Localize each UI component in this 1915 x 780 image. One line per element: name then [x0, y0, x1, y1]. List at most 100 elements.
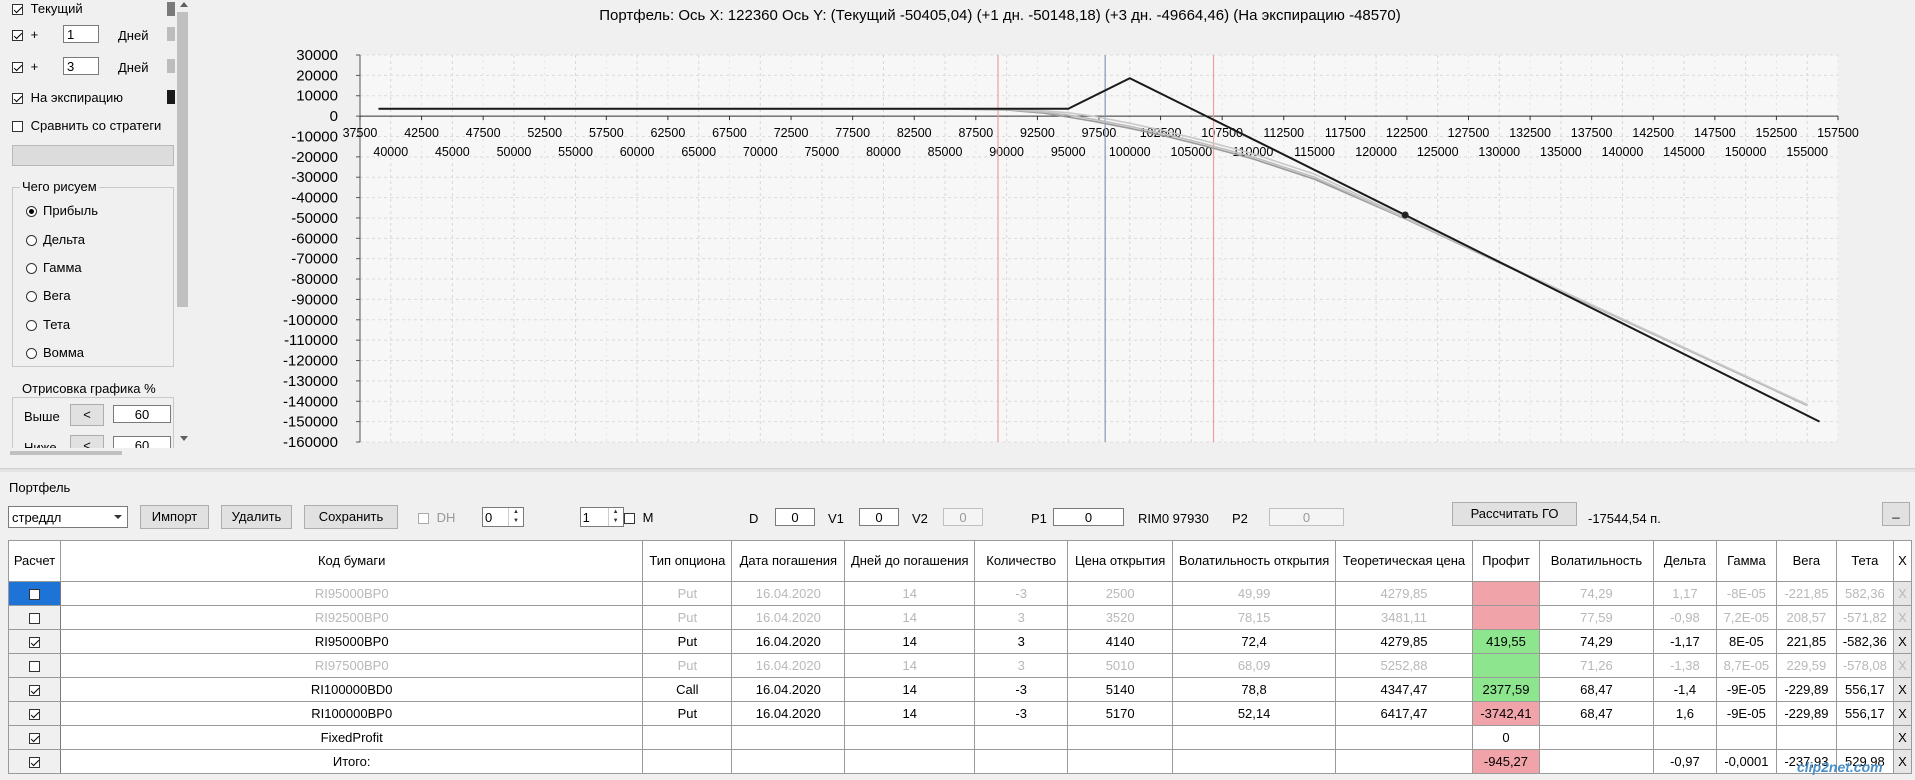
cell-vega: 208,57	[1775, 605, 1837, 630]
d-input[interactable]: 0	[775, 508, 815, 526]
row-calc-checkbox[interactable]	[28, 637, 40, 649]
col-header[interactable]: Расчет	[8, 540, 61, 582]
table-row[interactable]: RI95000BP0 Put 16.04.2020 14 3 4140 72,4 4279,8…	[8, 629, 1912, 654]
table-row[interactable]: RI97500BP0 Put 16.04.2020 14 3 5010 68,09 5252,…	[8, 653, 1912, 678]
dh-checkbox[interactable]	[418, 513, 429, 525]
y-tick-label: -100000	[283, 312, 338, 329]
x-tick-label-bottom: 70000	[743, 145, 778, 159]
import-button[interactable]: Импорт	[140, 505, 209, 529]
row-delete-button[interactable]: X	[1892, 725, 1912, 750]
col-header[interactable]: Волатильность	[1538, 540, 1654, 582]
row-calc-checkbox[interactable]	[28, 589, 40, 601]
delete-button[interactable]: Удалить	[221, 505, 292, 529]
cell-vol: 77,59	[1538, 605, 1654, 630]
spin-arrows-icon[interactable]: ▲ ▼	[607, 508, 623, 526]
x-tick-label-bottom: 40000	[373, 145, 408, 159]
cell-days: 14	[844, 629, 976, 654]
row-calc-cell[interactable]	[8, 605, 61, 630]
m-checkbox-row[interactable]: M	[624, 510, 653, 525]
cell-qty: -3	[974, 677, 1069, 702]
cell-type: Put	[642, 701, 733, 726]
x-tick-label-bottom: 80000	[866, 145, 901, 159]
row-calc-cell[interactable]	[8, 749, 61, 774]
x-tick-label-bottom: 145000	[1663, 145, 1705, 159]
table-row[interactable]: RI95000BP0 Put 16.04.2020 14 -3 2500 49,99 4279…	[8, 581, 1912, 606]
col-header[interactable]: Количество	[974, 540, 1069, 582]
cell-theta: 556,17	[1835, 677, 1894, 702]
row-delete-button[interactable]: X	[1892, 581, 1912, 606]
payoff-chart[interactable]: 3000020000100000-10000-20000-30000-40000…	[0, 0, 1915, 468]
y-tick-label: -90000	[291, 291, 338, 308]
col-header[interactable]: Дельта	[1652, 540, 1717, 582]
col-header[interactable]: Гамма	[1715, 540, 1777, 582]
row-calc-checkbox[interactable]	[28, 661, 40, 673]
table-row[interactable]: RI100000BP0 Put 16.04.2020 14 -3 5170 52,14 641…	[8, 701, 1912, 726]
p1-input[interactable]: 0	[1053, 508, 1124, 526]
table-row[interactable]: RI100000BD0 Call 16.04.2020 14 -3 5140 78,8 434…	[8, 677, 1912, 702]
x-tick-label-top: 57500	[589, 126, 624, 140]
row-calc-checkbox[interactable]	[28, 733, 40, 745]
row-calc-cell[interactable]	[8, 725, 61, 750]
row-delete-button[interactable]: X	[1892, 605, 1912, 630]
row-calc-checkbox[interactable]	[28, 685, 40, 697]
x-tick-label-bottom: 120000	[1355, 145, 1397, 159]
cell-vol_open: 49,99	[1172, 581, 1337, 606]
col-header[interactable]: Дата погашения	[731, 540, 846, 582]
row-delete-button[interactable]: X	[1892, 701, 1912, 726]
strategy-select[interactable]: стреддл	[8, 506, 128, 528]
y-tick-label: -140000	[283, 393, 338, 410]
x-tick-label-top: 87500	[958, 126, 993, 140]
col-header[interactable]: Тип опциона	[642, 540, 733, 582]
col-header[interactable]: Профит	[1471, 540, 1540, 582]
row-delete-button[interactable]: X	[1892, 677, 1912, 702]
cell-open: 3520	[1067, 605, 1174, 630]
col-header[interactable]: Вега	[1775, 540, 1837, 582]
cell-vol_open	[1172, 725, 1337, 750]
col-header[interactable]: Теоретическая цена	[1335, 540, 1473, 582]
cell-delta: -0,97	[1652, 749, 1717, 774]
y-tick-label: -110000	[284, 332, 338, 349]
cell-qty	[974, 725, 1069, 750]
col-header[interactable]: X	[1892, 540, 1912, 582]
row-calc-checkbox[interactable]	[28, 613, 40, 625]
row-delete-button[interactable]: X	[1892, 749, 1912, 774]
col-header[interactable]: Тета	[1835, 540, 1894, 582]
col-header[interactable]: Волатильность открытия	[1172, 540, 1337, 582]
minimize-button[interactable]: _	[1882, 502, 1910, 526]
cell-qty: 3	[974, 653, 1069, 678]
y-tick-label: 0	[330, 108, 338, 125]
cell-code: RI95000BP0	[59, 581, 644, 606]
row-calc-cell[interactable]	[8, 629, 61, 654]
cell-days: 14	[844, 653, 976, 678]
spin-arrows-icon[interactable]: ▲ ▼	[508, 508, 523, 526]
v1-input[interactable]: 0	[859, 508, 899, 526]
spin-input-2[interactable]: 1 ▲ ▼	[579, 507, 624, 527]
x-tick-label-top: 142500	[1632, 126, 1674, 140]
table-row[interactable]: Итого: -945,27 -0,97 -0,0001 -237,93 529,98 X	[8, 749, 1912, 774]
m-checkbox[interactable]	[624, 513, 635, 525]
row-calc-checkbox[interactable]	[28, 709, 40, 721]
row-calc-checkbox[interactable]	[28, 757, 40, 769]
dh-checkbox-row[interactable]: DH	[418, 510, 455, 525]
row-calc-cell[interactable]	[8, 677, 61, 702]
save-button[interactable]: Сохранить	[304, 505, 398, 529]
calc-go-button[interactable]: Рассчитать ГО	[1452, 502, 1577, 526]
row-delete-button[interactable]: X	[1892, 629, 1912, 654]
p2-input[interactable]: 0	[1269, 508, 1344, 526]
v2-input[interactable]: 0	[943, 508, 983, 526]
table-row[interactable]: RI92500BP0 Put 16.04.2020 14 3 3520 78,15 3481,…	[8, 605, 1912, 630]
col-header[interactable]: Дней до погашения	[844, 540, 976, 582]
x-tick-label-top: 112500	[1263, 126, 1304, 140]
dh-label: DH	[436, 510, 456, 525]
row-calc-cell[interactable]	[8, 653, 61, 678]
cell-days: 14	[844, 581, 976, 606]
cell-qty: -3	[974, 581, 1069, 606]
col-header[interactable]: Код бумаги	[59, 540, 644, 582]
row-calc-cell[interactable]	[8, 701, 61, 726]
row-delete-button[interactable]: X	[1892, 653, 1912, 678]
cell-qty	[974, 749, 1069, 774]
col-header[interactable]: Цена открытия	[1067, 540, 1174, 582]
spin-input-1[interactable]: 0 ▲ ▼	[482, 507, 524, 527]
table-row[interactable]: FixedProfit 0 X	[8, 725, 1912, 750]
row-calc-cell[interactable]	[8, 581, 61, 606]
